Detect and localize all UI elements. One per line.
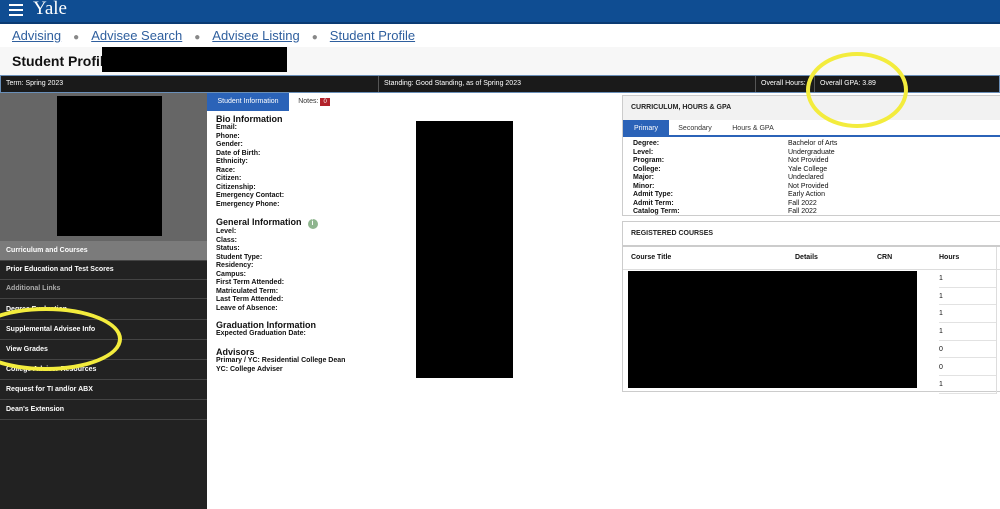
registered-heading: REGISTERED COURSES <box>623 222 1000 246</box>
curriculum-key: Program: <box>633 157 665 164</box>
table-row-hours: 1 <box>939 305 996 324</box>
table-row-hours: 0 <box>939 341 996 359</box>
curriculum-value: Early Action <box>788 191 825 198</box>
bio-field: Ethnicity: <box>216 158 248 165</box>
breadcrumb-advisee-search[interactable]: Advisee Search <box>91 28 182 43</box>
curriculum-key: Level: <box>633 148 654 156</box>
curriculum-key: Catalog Term: <box>633 208 680 215</box>
graduation-field: Expected Graduation Date: <box>216 330 306 337</box>
bio-field: Race: <box>216 166 236 174</box>
sidebar-item-additional-links[interactable]: Additional Links <box>0 279 207 299</box>
curriculum-value: Yale College <box>788 165 828 173</box>
curriculum-value: Undeclared <box>788 174 824 181</box>
tab-notes[interactable]: Notes: 0 <box>289 93 339 111</box>
highlight-circle-gpa <box>806 52 908 128</box>
sidebar-item-prior-education[interactable]: Prior Education and Test Scores <box>0 260 207 280</box>
sidebar-item-curriculum-and-courses[interactable]: Curriculum and Courses <box>0 241 207 261</box>
curriculum-value: Fall 2022 <box>788 199 817 207</box>
tab-hours-gpa[interactable]: Hours & GPA <box>721 120 785 137</box>
bio-field: Date of Birth: <box>216 149 261 157</box>
curriculum-value: Not Provided <box>788 157 829 164</box>
advisors-heading: Advisors <box>216 347 255 357</box>
column-hours[interactable]: Hours <box>939 247 959 269</box>
curriculum-key: Major: <box>633 174 654 181</box>
term-status: Term: Spring 2023 <box>1 76 379 92</box>
info-icon[interactable]: i <box>307 219 318 229</box>
general-field: Status: <box>216 245 240 252</box>
standing-status: Standing: Good Standing, as of Spring 20… <box>379 76 756 92</box>
table-row-hours: 1 <box>939 288 996 306</box>
redacted-student-photo <box>57 96 162 236</box>
registered-courses-panel: REGISTERED COURSES <box>622 221 1000 246</box>
tab-primary[interactable]: Primary <box>623 120 669 137</box>
bio-field: Emergency Contact: <box>216 192 285 199</box>
general-field: Class: <box>216 236 238 244</box>
table-row-hours: 1 <box>939 323 996 341</box>
registered-courses-table: Course Title Details CRN Hours 1 1 1 1 0… <box>622 245 1000 394</box>
hamburger-menu-icon[interactable] <box>9 4 23 16</box>
curriculum-value: Fall 2022 <box>788 208 817 215</box>
breadcrumb-separator: ● <box>73 32 80 43</box>
advisor-field: YC: College Adviser <box>216 365 283 373</box>
table-row-hours: 1 <box>939 270 996 288</box>
general-field: First Term Attended: <box>216 279 285 286</box>
sidebar: Curriculum and Courses Prior Education a… <box>0 93 207 509</box>
info-tab-row: Student Information Notes: 0 <box>207 93 620 111</box>
bio-field: Email: <box>216 124 238 131</box>
general-field: Student Type: <box>216 253 263 261</box>
general-field: Campus: <box>216 270 246 278</box>
curriculum-value: Bachelor of Arts <box>788 140 838 147</box>
redacted-student-name <box>102 47 287 72</box>
bio-heading: Bio Information <box>216 114 283 124</box>
curriculum-key: College: <box>633 165 661 173</box>
column-course-title[interactable]: Course Title <box>631 247 671 269</box>
right-column: CURRICULUM, HOURS & GPA Primary Secondar… <box>620 93 1000 509</box>
graduation-heading: Graduation Information <box>216 320 316 330</box>
notes-label: Notes: <box>298 98 319 105</box>
curriculum-panel: CURRICULUM, HOURS & GPA Primary Secondar… <box>622 95 1000 216</box>
table-row-hours: 1 <box>939 376 996 394</box>
curriculum-key: Admit Type: <box>633 191 673 198</box>
curriculum-value: Not Provided <box>788 182 829 190</box>
breadcrumb-student-profile[interactable]: Student Profile <box>330 28 415 43</box>
breadcrumb: Advising ● Advisee Search ● Advisee Listing ●… <box>12 28 415 46</box>
breadcrumb-separator: ● <box>311 32 318 43</box>
sidebar-item-deans-extension[interactable]: Dean's Extension <box>0 400 207 420</box>
photo-area <box>0 93 207 243</box>
redacted-values <box>416 121 513 378</box>
general-field: Level: <box>216 228 237 235</box>
top-bar: Yale <box>0 0 1000 24</box>
tab-student-information[interactable]: Student Information <box>207 93 289 111</box>
bio-field: Gender: <box>216 141 243 148</box>
redacted-course-rows <box>628 271 917 388</box>
general-field: Residency: <box>216 262 254 269</box>
curriculum-key: Degree: <box>633 140 660 147</box>
bio-field: Phone: <box>216 132 240 140</box>
bio-field: Citizenship: <box>216 183 256 191</box>
notes-count-badge: 0 <box>320 98 330 106</box>
sidebar-item-request-ti-abx[interactable]: Request for TI and/or ABX <box>0 380 207 400</box>
table-row-hours: 0 <box>939 359 996 377</box>
curriculum-tabs: Primary Secondary Hours & GPA <box>623 120 1000 137</box>
bio-field: Emergency Phone: <box>216 200 280 208</box>
column-details[interactable]: Details <box>795 247 818 269</box>
curriculum-value: Undergraduate <box>788 148 835 156</box>
breadcrumb-separator: ● <box>194 32 201 43</box>
curriculum-key: Admit Term: <box>633 199 674 207</box>
student-info-panel: Student Information Notes: 0 Bio Informat… <box>207 93 620 509</box>
tab-secondary[interactable]: Secondary <box>669 120 721 137</box>
breadcrumb-advising[interactable]: Advising <box>12 28 61 43</box>
general-field: Leave of Absence: <box>216 304 278 312</box>
page-title: Student Profile <box>12 53 112 69</box>
yale-logo[interactable]: Yale <box>33 0 67 20</box>
table-right-border <box>996 247 997 394</box>
general-field: Last Term Attended: <box>216 296 284 303</box>
general-field: Matriculated Term: <box>216 287 279 295</box>
bio-field: Citizen: <box>216 175 242 182</box>
advisor-field: Primary / YC: Residential College Dean <box>216 357 346 364</box>
general-heading-text: General Information <box>216 217 302 227</box>
curriculum-key: Minor: <box>633 182 655 190</box>
column-crn[interactable]: CRN <box>877 247 892 269</box>
breadcrumb-advisee-listing[interactable]: Advisee Listing <box>212 28 299 43</box>
